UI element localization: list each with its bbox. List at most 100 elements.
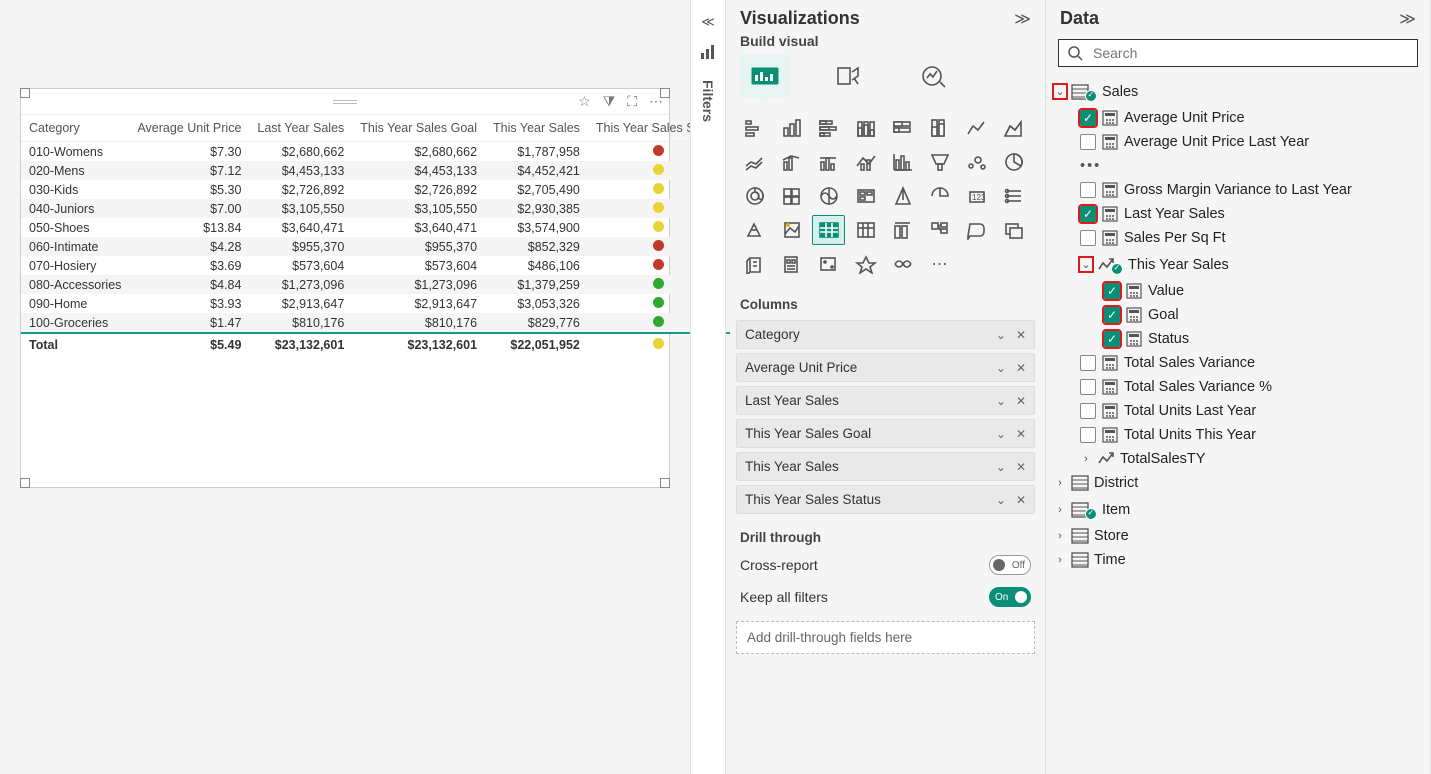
collapse-data-icon[interactable]: ≫ [1399,9,1416,29]
column-pill[interactable]: Average Unit Price⌄✕ [736,353,1035,382]
field-checkbox[interactable] [1080,355,1096,371]
viz-type-32[interactable] [738,249,771,279]
viz-type-26[interactable] [812,215,845,245]
search-box[interactable] [1058,39,1418,67]
analytics-tab[interactable] [908,55,958,97]
remove-icon[interactable]: ✕ [1016,328,1026,342]
viz-type-2[interactable] [812,113,845,143]
viz-type-24[interactable] [738,215,771,245]
build-visual-tab[interactable] [740,55,790,97]
field-checkbox[interactable] [1080,379,1096,395]
resize-handle-bl[interactable] [20,478,30,488]
field-node[interactable]: Gross Margin Variance to Last Year [1054,178,1422,202]
field-node[interactable]: Total Sales Variance % [1054,375,1422,399]
field-node[interactable]: Total Units Last Year [1054,399,1422,423]
viz-type-22[interactable]: 123 [960,181,993,211]
table-row[interactable]: 050-Shoes$13.84$3,640,471$3,640,471$3,57… [21,218,730,237]
viz-type-18[interactable] [812,181,845,211]
viz-type-19[interactable] [849,181,882,211]
pin-icon[interactable]: ☆ [578,93,591,110]
caret-icon[interactable]: › [1054,477,1066,489]
collapse-icon[interactable]: ≪ [701,14,715,30]
field-node[interactable]: ✓Goal [1054,303,1422,327]
table-node[interactable]: ⌄Sales [1054,77,1422,106]
keep-filters-toggle[interactable]: On [989,587,1031,607]
viz-type-29[interactable] [923,215,956,245]
viz-type-20[interactable] [886,181,919,211]
viz-type-4[interactable] [886,113,919,143]
field-node[interactable]: Total Units This Year [1054,423,1422,447]
field-node[interactable]: Sales Per Sq Ft [1054,226,1422,250]
field-checkbox[interactable] [1080,182,1096,198]
column-pill[interactable]: Last Year Sales⌄✕ [736,386,1035,415]
more-icon[interactable]: ⋯ [649,93,663,110]
table-row[interactable]: 030-Kids$5.30$2,726,892$2,726,892$2,705,… [21,180,730,199]
cross-report-toggle[interactable]: Off [989,555,1031,575]
viz-type-8[interactable] [738,147,771,177]
viz-type-16[interactable] [738,181,771,211]
remove-icon[interactable]: ✕ [1016,427,1026,441]
column-pill[interactable]: This Year Sales⌄✕ [736,452,1035,481]
remove-icon[interactable]: ✕ [1016,361,1026,375]
table-row[interactable]: 010-Womens$7.30$2,680,662$2,680,662$1,78… [21,142,730,162]
visual-header[interactable]: ☆ ⧩ ⛶ ⋯ [21,89,669,115]
viz-type-7[interactable] [997,113,1030,143]
collapse-viz-icon[interactable]: ≫ [1014,9,1031,29]
format-visual-tab[interactable] [824,55,874,97]
field-checkbox[interactable] [1080,403,1096,419]
drag-grip-icon[interactable] [333,100,357,104]
viz-type-25[interactable] [775,215,808,245]
field-node[interactable]: Average Unit Price Last Year [1054,130,1422,154]
caret-icon[interactable]: › [1054,530,1066,542]
caret-icon[interactable]: ⌄ [1080,258,1092,271]
column-pill[interactable]: Category⌄✕ [736,320,1035,349]
viz-type-30[interactable] [960,215,993,245]
table-row[interactable]: 100-Groceries$1.47$810,176$810,176$829,7… [21,313,730,333]
table-row[interactable]: 080-Accessories$4.84$1,273,096$1,273,096… [21,275,730,294]
chevron-down-icon[interactable]: ⌄ [996,427,1006,441]
viz-type-34[interactable] [812,249,845,279]
remove-icon[interactable]: ✕ [1016,394,1026,408]
viz-type-35[interactable] [849,249,882,279]
caret-icon[interactable]: ⌄ [1054,85,1066,98]
caret-icon[interactable]: › [1054,504,1066,516]
filters-pane-collapsed[interactable]: ≪ Filters [690,0,726,774]
caret-icon[interactable]: › [1054,554,1066,566]
col-header[interactable]: Average Unit Price [129,115,249,142]
viz-type-1[interactable] [775,113,808,143]
viz-type-17[interactable] [775,181,808,211]
caret-icon[interactable]: › [1080,453,1092,465]
field-node[interactable]: ✓Value [1054,279,1422,303]
search-input[interactable] [1091,44,1409,62]
table-visual[interactable]: ☆ ⧩ ⛶ ⋯ CategoryAverage Unit PriceLast Y… [20,88,670,488]
chevron-down-icon[interactable]: ⌄ [996,460,1006,474]
table-node[interactable]: ›Store [1054,524,1422,548]
chevron-down-icon[interactable]: ⌄ [996,493,1006,507]
viz-type-5[interactable] [923,113,956,143]
field-checkbox[interactable]: ✓ [1104,307,1120,323]
field-node[interactable]: ⌄This Year Sales [1054,250,1422,279]
viz-type-14[interactable] [960,147,993,177]
table-node[interactable]: ›District [1054,471,1422,495]
remove-icon[interactable]: ✕ [1016,493,1026,507]
viz-type-6[interactable] [960,113,993,143]
chevron-down-icon[interactable]: ⌄ [996,361,1006,375]
table-row[interactable]: 040-Juniors$7.00$3,105,550$3,105,550$2,9… [21,199,730,218]
viz-type-13[interactable] [923,147,956,177]
col-header[interactable]: Last Year Sales [249,115,352,142]
table-row[interactable]: 070-Hosiery$3.69$573,604$573,604$486,106 [21,256,730,275]
field-checkbox[interactable] [1080,230,1096,246]
column-pill[interactable]: This Year Sales Goal⌄✕ [736,419,1035,448]
show-more[interactable]: ••• [1054,154,1422,178]
field-checkbox[interactable]: ✓ [1080,110,1096,126]
field-node[interactable]: ✓Last Year Sales [1054,202,1422,226]
field-checkbox[interactable]: ✓ [1080,206,1096,222]
viz-type-31[interactable] [997,215,1030,245]
viz-type-33[interactable] [775,249,808,279]
field-checkbox[interactable]: ✓ [1104,331,1120,347]
column-pill[interactable]: This Year Sales Status⌄✕ [736,485,1035,514]
table-row[interactable]: 060-Intimate$4.28$955,370$955,370$852,32… [21,237,730,256]
viz-type-15[interactable] [997,147,1030,177]
viz-type-36[interactable] [886,249,919,279]
table-node[interactable]: ›Time [1054,548,1422,572]
